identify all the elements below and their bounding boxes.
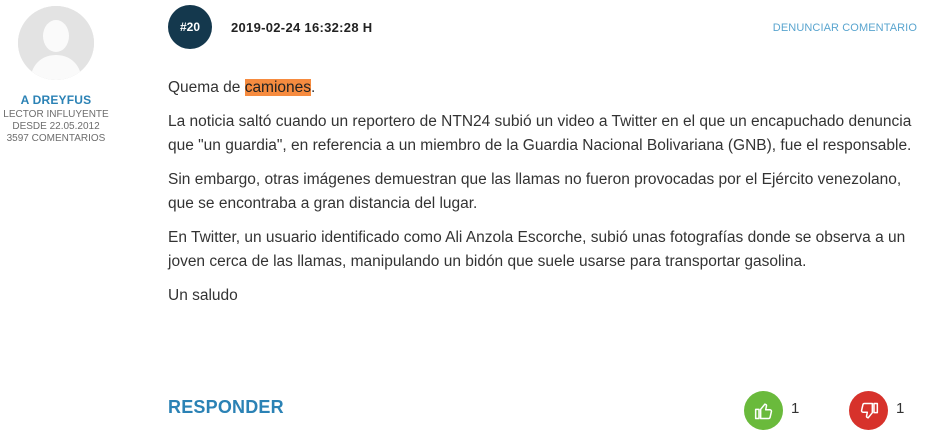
avatar[interactable]	[18, 6, 94, 80]
thumbs-up-icon	[754, 402, 772, 419]
comment-paragraph: Quema de camiones.	[168, 76, 920, 100]
like-button[interactable]	[744, 391, 783, 430]
report-comment-link[interactable]: DENUNCIAR COMENTARIO	[773, 22, 917, 34]
user-rank: LECTOR INFLUYENTE	[3, 109, 109, 120]
comment-paragraph: Sin embargo, otras imágenes demuestran q…	[168, 171, 902, 212]
comment-text-prefix: Quema de	[168, 79, 245, 96]
dislike-count: 1	[896, 400, 905, 417]
comment-paragraph: En Twitter, un usuario identificado como…	[168, 229, 906, 270]
like-count: 1	[791, 400, 800, 417]
user-silhouette-icon	[18, 6, 94, 80]
comment-paragraph: La noticia saltó cuando un reportero de …	[168, 113, 912, 154]
highlighted-keyword: camiones	[244, 79, 312, 96]
dislike-button[interactable]	[849, 391, 888, 430]
comment-paragraph: Un saludo	[168, 287, 238, 304]
username-link[interactable]: A DREYFUS	[0, 93, 112, 107]
comment-number-badge: #20	[168, 5, 212, 49]
comment-timestamp: 2019-02-24 16:32:28 H	[231, 20, 373, 35]
reply-button[interactable]: RESPONDER	[168, 397, 284, 418]
thumbs-down-icon	[860, 402, 878, 419]
user-member-since: DESDE 22.05.2012	[12, 121, 100, 132]
user-comment-count: 3597 COMENTARIOS	[6, 133, 106, 144]
comment-text-suffix: .	[311, 79, 316, 96]
comment-body: Quema de camiones. La noticia saltó cuan…	[168, 76, 920, 318]
